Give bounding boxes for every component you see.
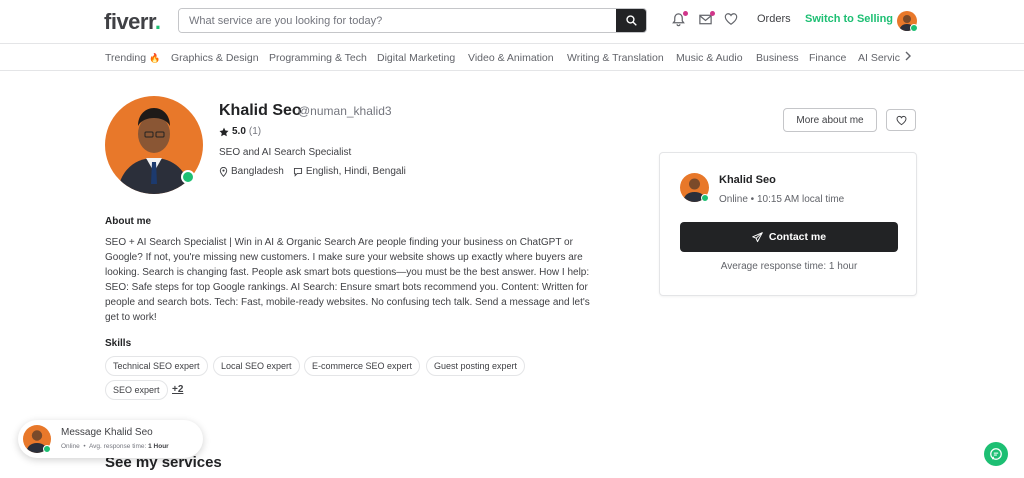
skill-chip[interactable]: Technical SEO expert [105,356,208,376]
speech-bubble-icon [293,167,302,177]
switch-to-selling-link[interactable]: Switch to Selling [805,13,893,25]
notifications-button[interactable] [671,11,688,28]
online-indicator [910,24,918,32]
search-input[interactable] [179,9,617,32]
message-popup-title: Message Khalid Seo [61,427,153,438]
category-music-audio[interactable]: Music & Audio [676,52,743,64]
about-heading: About me [105,216,152,227]
about-text: SEO + AI Search Specialist | Win in AI &… [105,237,590,323]
seller-name: Khalid Seo [719,174,776,186]
more-about-me-button[interactable]: More about me [783,108,877,132]
star-icon [219,127,229,136]
profile-meta: Bangladesh English, Hindi, Bengali [219,166,406,177]
category-business[interactable]: Business [756,52,799,64]
skill-chip[interactable]: Local SEO expert [213,356,300,376]
skill-chip[interactable]: E-commerce SEO expert [304,356,421,376]
category-nav: Trending 🔥 Graphics & Design Programming… [0,45,1024,71]
category-digital-marketing[interactable]: Digital Marketing [377,52,455,64]
online-indicator [43,445,51,453]
profile-rating: 5.0 (1) [219,126,261,137]
skill-chip[interactable]: Guest posting expert [426,356,526,376]
message-popup-status: Online • Avg. response time: 1 Hour [61,443,169,450]
chat-help-button[interactable] [984,442,1008,466]
contact-me-button[interactable]: Contact me [680,222,898,252]
rating-value: 5.0 [232,126,246,137]
save-profile-button[interactable] [886,109,916,131]
fire-icon: 🔥 [148,53,161,63]
top-header: fiverr. Orders Switch to Selling [0,0,1024,44]
search-bar [178,8,647,33]
contact-me-label: Contact me [768,231,827,243]
category-video-animation[interactable]: Video & Animation [468,52,554,64]
response-time: Average response time: 1 hour [720,261,858,272]
notification-dot [710,11,715,16]
messages-button[interactable] [698,11,715,28]
contact-card: Khalid Seo Online • 10:15 AM local time … [659,152,917,296]
notification-dot [683,11,688,16]
profile-location: Bangladesh [231,166,284,177]
category-trending[interactable]: Trending 🔥 [105,52,160,64]
location-icon [219,166,228,177]
category-writing-translation[interactable]: Writing & Translation [567,52,664,64]
message-seller-popup[interactable]: Message Khalid Seo Online • Avg. respons… [18,420,203,458]
heart-icon [724,13,738,25]
fiverr-logo[interactable]: fiverr. [104,9,161,35]
search-button[interactable] [616,9,646,32]
heart-icon [896,115,906,125]
show-more-skills-link[interactable]: +2 [172,384,183,395]
orders-link[interactable]: Orders [757,13,791,25]
profile-name: Khalid Seo [219,102,302,119]
online-indicator [181,170,195,184]
profile-headline: SEO and AI Search Specialist [219,147,352,158]
skills-heading: Skills [105,338,132,349]
category-scroll-right[interactable] [900,48,916,66]
chat-icon [990,448,1002,460]
send-icon [752,231,763,242]
skill-chip[interactable]: SEO expert [105,380,168,400]
online-indicator [701,194,709,202]
seller-status: Online • 10:15 AM local time [719,194,845,205]
profile-languages: English, Hindi, Bengali [305,166,406,177]
category-finance[interactable]: Finance [809,52,846,64]
category-graphics-design[interactable]: Graphics & Design [171,52,259,64]
profile-username: @numan_khalid3 [298,104,392,118]
rating-count[interactable]: (1) [249,126,261,137]
search-icon [625,15,637,26]
chevron-right-icon [905,51,911,61]
favorites-button[interactable] [724,12,740,28]
category-programming-tech[interactable]: Programming & Tech [269,52,367,64]
